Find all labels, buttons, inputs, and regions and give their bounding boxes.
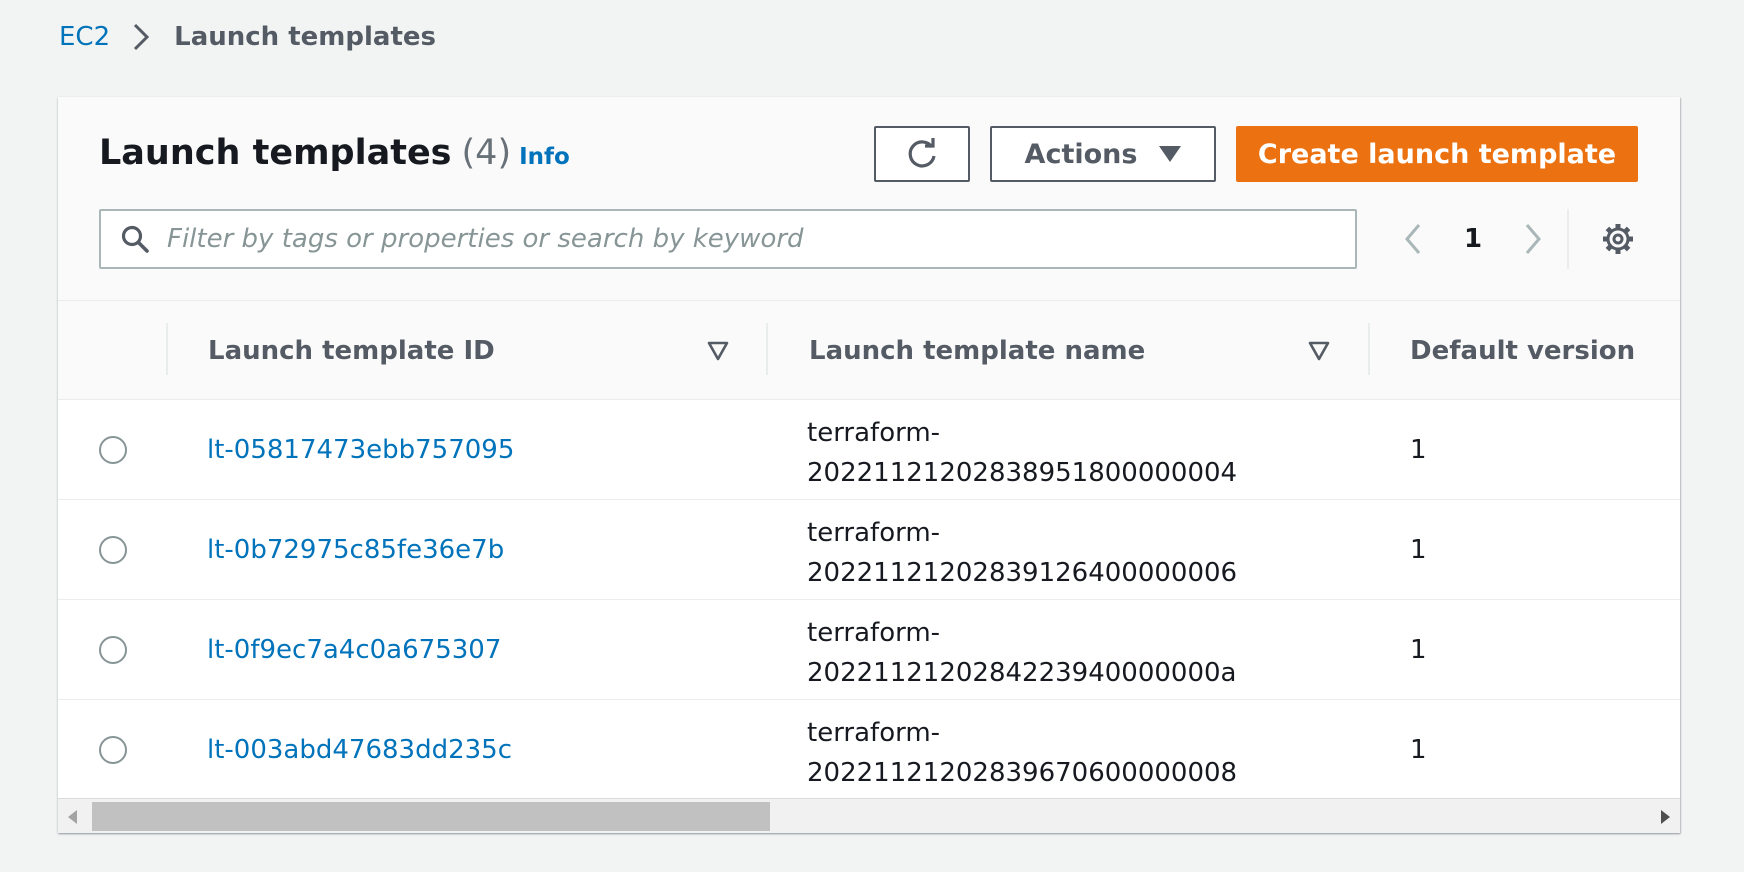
chevron-right-icon — [132, 23, 150, 51]
page-number[interactable]: 1 — [1433, 224, 1513, 254]
breadcrumb: EC2 Launch templates — [59, 22, 436, 52]
name-line: 20221121202839670600000008 — [807, 758, 1238, 788]
search-input[interactable] — [165, 223, 1319, 255]
launch-template-name-cell: terraform- 2022112120284223940000000a — [807, 613, 1307, 693]
row-select-radio[interactable] — [99, 536, 127, 564]
row-select-radio[interactable] — [99, 636, 127, 664]
launch-template-id-link[interactable]: lt-0f9ec7a4c0a675307 — [207, 600, 501, 700]
actions-label: Actions — [1024, 138, 1138, 170]
column-divider — [766, 323, 768, 375]
name-line: terraform- — [807, 718, 941, 748]
launch-template-id-link[interactable]: lt-05817473ebb757095 — [207, 400, 514, 500]
table-row[interactable]: lt-0b72975c85fe36e7b terraform- 20221121… — [58, 500, 1680, 600]
launch-templates-panel: Launch templates (4) Info Actions Create… — [58, 97, 1680, 833]
name-line: 20221121202838951800000004 — [807, 458, 1238, 488]
launch-template-name-cell: terraform- 20221121202839126400000006 — [807, 513, 1307, 593]
column-header-default-version[interactable]: Default version — [1410, 301, 1635, 401]
template-count: (4) — [461, 133, 512, 173]
row-select-radio[interactable] — [99, 436, 127, 464]
table-header: Launch template ID Launch template name … — [58, 300, 1680, 400]
sort-icon[interactable] — [707, 340, 729, 362]
refresh-icon — [908, 138, 936, 168]
column-divider — [166, 323, 168, 375]
scrollbar-thumb[interactable] — [92, 802, 770, 831]
page-title: Launch templates (4) Info — [99, 133, 570, 173]
table-row[interactable]: lt-0f9ec7a4c0a675307 terraform- 20221121… — [58, 600, 1680, 700]
breadcrumb-current: Launch templates — [174, 22, 436, 52]
name-line: terraform- — [807, 518, 941, 548]
launch-template-name-cell: terraform- 20221121202839670600000008 — [807, 713, 1307, 793]
launch-template-id-link[interactable]: lt-0b72975c85fe36e7b — [207, 500, 504, 600]
breadcrumb-link-ec2[interactable]: EC2 — [59, 22, 110, 52]
title-text: Launch templates — [99, 133, 452, 173]
next-page-button[interactable] — [1513, 209, 1553, 269]
search-icon — [121, 225, 149, 253]
name-line: 2022112120284223940000000a — [807, 658, 1237, 688]
refresh-button[interactable] — [874, 126, 970, 182]
default-version-cell: 1 — [1410, 735, 1427, 765]
name-line: 20221121202839126400000006 — [807, 558, 1238, 588]
column-divider — [1368, 323, 1370, 375]
sort-icon[interactable] — [1308, 340, 1330, 362]
gear-icon — [1603, 224, 1633, 254]
table-row[interactable]: lt-003abd47683dd235c terraform- 20221121… — [58, 700, 1680, 800]
caret-down-icon — [1159, 146, 1182, 162]
name-line: terraform- — [807, 418, 941, 448]
actions-button[interactable]: Actions — [990, 126, 1216, 182]
default-version-cell: 1 — [1410, 635, 1427, 665]
launch-template-name-cell: terraform- 20221121202838951800000004 — [807, 413, 1307, 493]
scroll-right-arrow-icon[interactable] — [1650, 799, 1680, 833]
row-select-radio[interactable] — [99, 736, 127, 764]
panel-header: Launch templates (4) Info Actions Create… — [58, 97, 1680, 300]
launch-template-id-link[interactable]: lt-003abd47683dd235c — [207, 700, 512, 800]
column-header-launch-template-id[interactable]: Launch template ID — [208, 301, 495, 401]
chevron-right-icon — [1525, 224, 1541, 254]
preferences-button[interactable] — [1598, 219, 1638, 259]
horizontal-scrollbar[interactable] — [58, 798, 1680, 833]
column-header-launch-template-name[interactable]: Launch template name — [809, 301, 1145, 401]
info-link[interactable]: Info — [519, 144, 570, 170]
name-line: terraform- — [807, 618, 941, 648]
pagination: 1 — [1393, 209, 1553, 269]
search-field[interactable] — [99, 209, 1357, 269]
previous-page-button[interactable] — [1393, 209, 1433, 269]
default-version-cell: 1 — [1410, 535, 1427, 565]
default-version-cell: 1 — [1410, 435, 1427, 465]
pagination-divider — [1567, 209, 1569, 269]
scroll-left-arrow-icon[interactable] — [58, 799, 88, 833]
table-row[interactable]: lt-05817473ebb757095 terraform- 20221121… — [58, 400, 1680, 500]
chevron-left-icon — [1405, 224, 1421, 254]
create-launch-template-button[interactable]: Create launch template — [1236, 126, 1638, 182]
